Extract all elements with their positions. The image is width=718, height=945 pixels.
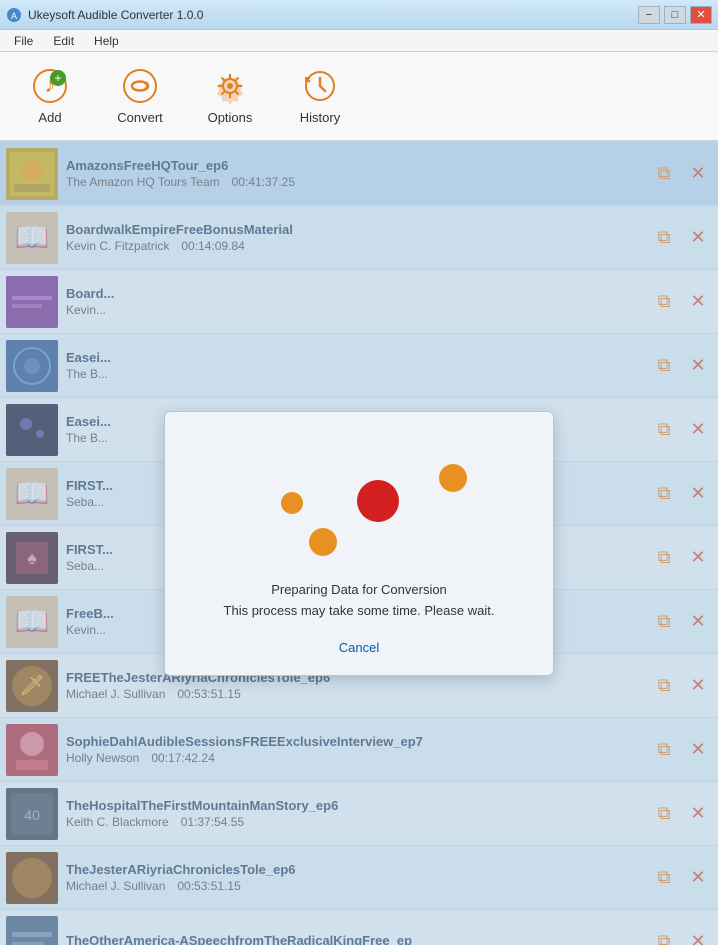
add-label: Add	[38, 110, 61, 125]
convert-icon	[122, 68, 158, 104]
toolbar-history-button[interactable]: History	[280, 57, 360, 135]
close-button[interactable]: ✕	[690, 6, 712, 24]
menu-help[interactable]: Help	[84, 32, 129, 50]
add-icon: ♪ +	[32, 68, 68, 104]
options-label: Options	[208, 110, 253, 125]
loading-dot-orange-left	[309, 528, 337, 556]
svg-text:+: +	[54, 71, 61, 85]
history-icon	[302, 68, 338, 104]
app-icon: A	[6, 7, 22, 23]
track-list: AmazonsFreeHQTour_ep6 The Amazon HQ Tour…	[0, 142, 718, 945]
options-icon	[212, 68, 248, 104]
toolbar-options-button[interactable]: Options	[190, 57, 270, 135]
title-bar-left: A Ukeysoft Audible Converter 1.0.0	[6, 7, 203, 23]
toolbar: ♪ + Add Convert	[0, 52, 718, 142]
loading-dot-orange-right	[439, 464, 467, 492]
menu-bar: File Edit Help	[0, 30, 718, 52]
svg-text:A: A	[11, 11, 17, 21]
menu-file[interactable]: File	[4, 32, 43, 50]
toolbar-convert-button[interactable]: Convert	[100, 57, 180, 135]
modal-line1: Preparing Data for Conversion	[224, 580, 495, 601]
window-controls: − □ ✕	[638, 6, 712, 24]
modal-cancel-button[interactable]: Cancel	[339, 640, 379, 655]
minimize-button[interactable]: −	[638, 6, 660, 24]
loading-dot-orange-small	[281, 492, 303, 514]
title-bar: A Ukeysoft Audible Converter 1.0.0 − □ ✕	[0, 0, 718, 30]
convert-label: Convert	[117, 110, 163, 125]
loading-dot-red	[357, 480, 399, 522]
history-label: History	[300, 110, 340, 125]
loading-animation	[209, 442, 509, 562]
modal-line2: This process may take some time. Please …	[224, 601, 495, 622]
maximize-button[interactable]: □	[664, 6, 686, 24]
conversion-modal: Preparing Data for Conversion This proce…	[164, 411, 554, 676]
toolbar-add-button[interactable]: ♪ + Add	[10, 57, 90, 135]
modal-message: Preparing Data for Conversion This proce…	[224, 580, 495, 622]
modal-overlay: Preparing Data for Conversion This proce…	[0, 142, 718, 945]
menu-edit[interactable]: Edit	[43, 32, 84, 50]
window-title: Ukeysoft Audible Converter 1.0.0	[28, 8, 203, 22]
